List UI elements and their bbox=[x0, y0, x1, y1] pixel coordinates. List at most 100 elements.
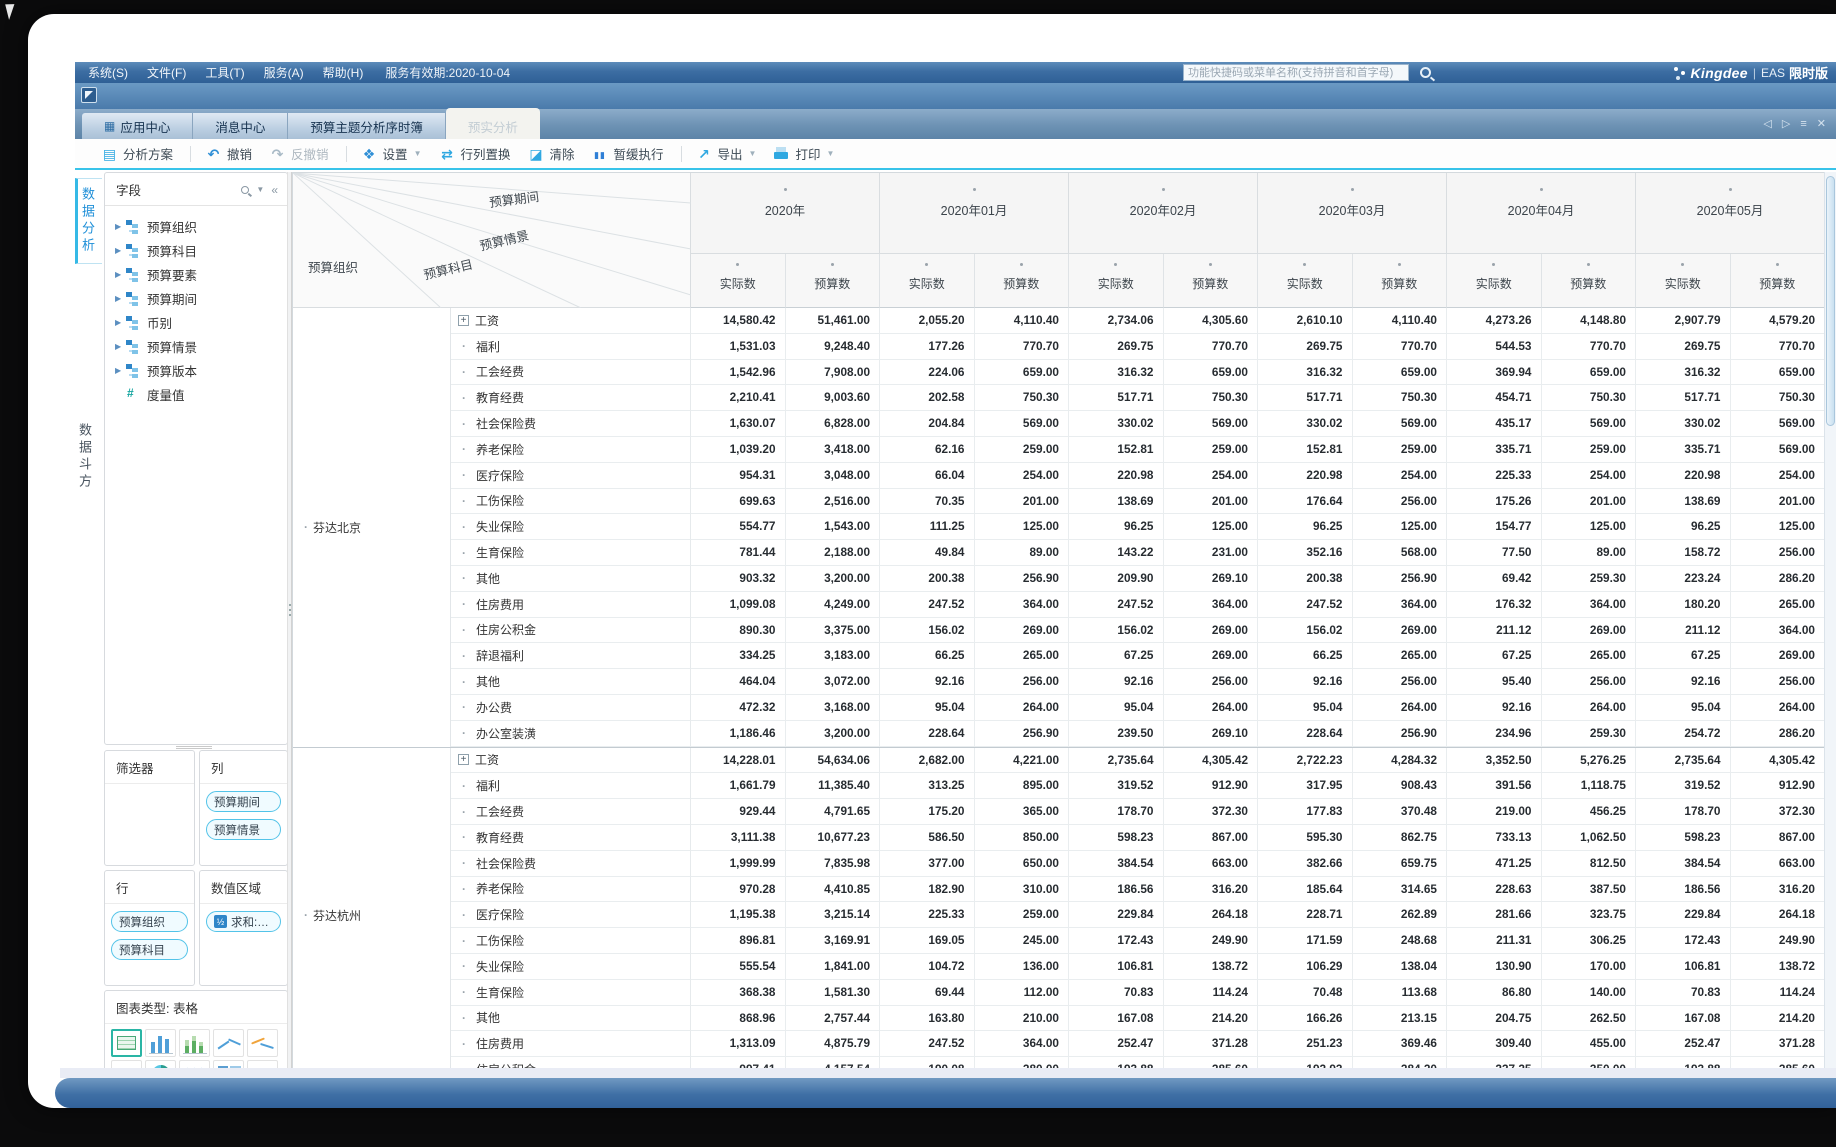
value-cell[interactable]: 598.23 bbox=[1636, 825, 1731, 851]
value-cell[interactable]: 2,188.00 bbox=[786, 540, 881, 566]
value-cell[interactable]: 256.00 bbox=[975, 669, 1070, 695]
value-cell[interactable]: 219.00 bbox=[1447, 799, 1542, 825]
field-tree-item[interactable]: ▶ 币别 bbox=[115, 310, 287, 334]
value-cell[interactable]: 96.25 bbox=[1258, 514, 1353, 540]
vtab-data-cube[interactable]: 数据斗方 bbox=[75, 415, 102, 499]
field-tree-item[interactable]: ▶ 预算要素 bbox=[115, 262, 287, 286]
account-cell[interactable]: 失业保险 bbox=[451, 954, 691, 980]
value-cell[interactable]: 256.00 bbox=[1542, 669, 1637, 695]
value-cell[interactable]: 569.00 bbox=[1731, 437, 1825, 463]
value-cell[interactable]: 256.00 bbox=[1353, 669, 1448, 695]
field-tree-item[interactable]: ▶ 预算期间 bbox=[115, 286, 287, 310]
value-cell[interactable]: 9,003.60 bbox=[786, 385, 881, 411]
value-cell[interactable]: 3,168.00 bbox=[786, 695, 881, 721]
menu-item[interactable]: 服务(A) bbox=[264, 64, 304, 81]
value-cell[interactable]: 310.00 bbox=[975, 877, 1070, 903]
value-cell[interactable]: 89.00 bbox=[1542, 540, 1637, 566]
value-cell[interactable]: 96.25 bbox=[1069, 514, 1164, 540]
value-cell[interactable]: 371.28 bbox=[1164, 1031, 1259, 1057]
value-cell[interactable]: 67.25 bbox=[1636, 643, 1731, 669]
measure-header[interactable]: 预算数 bbox=[786, 254, 881, 308]
value-cell[interactable]: 4,221.00 bbox=[975, 748, 1070, 774]
value-cell[interactable]: 350.00 bbox=[1542, 1057, 1637, 1068]
period-group-header[interactable]: 2020年01月 bbox=[880, 173, 1069, 254]
value-cell[interactable]: 369.46 bbox=[1353, 1031, 1448, 1057]
value-cell[interactable]: 435.17 bbox=[1447, 411, 1542, 437]
value-cell[interactable]: 200.38 bbox=[1258, 566, 1353, 592]
value-cell[interactable]: 286.20 bbox=[1731, 566, 1825, 592]
value-cell[interactable]: 247.52 bbox=[880, 1031, 975, 1057]
value-cell[interactable]: 259.00 bbox=[1164, 437, 1259, 463]
value-cell[interactable]: 4,249.00 bbox=[786, 592, 881, 618]
value-cell[interactable]: 247.52 bbox=[1258, 592, 1353, 618]
value-cell[interactable]: 158.72 bbox=[1636, 540, 1731, 566]
tree-expand-icon[interactable]: ▶ bbox=[115, 246, 126, 255]
value-cell[interactable]: 262.50 bbox=[1542, 1006, 1637, 1032]
row-expand-icon[interactable] bbox=[458, 700, 470, 714]
value-cell[interactable]: 4,273.26 bbox=[1447, 308, 1542, 334]
value-cell[interactable]: 201.00 bbox=[1542, 489, 1637, 515]
value-cell[interactable]: 896.81 bbox=[691, 928, 786, 954]
value-cell[interactable]: 903.32 bbox=[691, 566, 786, 592]
value-cell[interactable]: 568.00 bbox=[1353, 540, 1448, 566]
value-cell[interactable]: 586.50 bbox=[880, 825, 975, 851]
value-cell[interactable]: 211.31 bbox=[1447, 928, 1542, 954]
measure-header[interactable]: 预算数 bbox=[1731, 254, 1825, 308]
value-cell[interactable]: 544.53 bbox=[1447, 334, 1542, 360]
value-cell[interactable]: 382.66 bbox=[1258, 851, 1353, 877]
workspace-tab[interactable]: ▦ 消息中心 bbox=[193, 113, 288, 139]
value-cell[interactable]: 335.71 bbox=[1447, 437, 1542, 463]
value-cell[interactable]: 659.00 bbox=[1731, 360, 1825, 386]
value-cell[interactable]: 264.00 bbox=[1731, 695, 1825, 721]
value-cell[interactable]: 316.20 bbox=[1164, 877, 1259, 903]
row-expand-icon[interactable] bbox=[458, 468, 470, 482]
value-cell[interactable]: 371.28 bbox=[1731, 1031, 1825, 1057]
row-expand-icon[interactable] bbox=[458, 365, 470, 379]
toolbar-button[interactable]: 反撤销 ▼ bbox=[269, 144, 329, 163]
account-cell[interactable]: 社会保险费 bbox=[451, 851, 691, 877]
account-cell[interactable]: 工伤保险 bbox=[451, 489, 691, 515]
value-cell[interactable]: 171.59 bbox=[1258, 928, 1353, 954]
workspace-tab[interactable]: ▦ 应用中心 bbox=[82, 113, 193, 139]
value-cell[interactable]: 269.00 bbox=[975, 618, 1070, 644]
value-cell[interactable]: 370.48 bbox=[1353, 799, 1448, 825]
value-cell[interactable]: 152.81 bbox=[1258, 437, 1353, 463]
value-cell[interactable]: 1,581.30 bbox=[786, 980, 881, 1006]
value-cell[interactable]: 104.72 bbox=[880, 954, 975, 980]
value-cell[interactable]: 3,375.00 bbox=[786, 618, 881, 644]
toolbar-button[interactable]: 暂缓执行 ▼ bbox=[592, 144, 664, 163]
value-cell[interactable]: 3,352.50 bbox=[1447, 748, 1542, 774]
value-cell[interactable]: 569.00 bbox=[1164, 411, 1259, 437]
value-cell[interactable]: 156.02 bbox=[1069, 618, 1164, 644]
value-cell[interactable]: 867.00 bbox=[1731, 825, 1825, 851]
value-cell[interactable]: 912.90 bbox=[1164, 773, 1259, 799]
value-cell[interactable]: 234.96 bbox=[1447, 721, 1542, 747]
field-tree-item[interactable]: ▶ 预算组织 bbox=[115, 214, 287, 238]
value-cell[interactable]: 125.00 bbox=[1542, 514, 1637, 540]
value-cell[interactable]: 517.71 bbox=[1069, 385, 1164, 411]
value-cell[interactable]: 1,186.46 bbox=[691, 721, 786, 747]
account-cell[interactable]: 办公室装潢 bbox=[451, 721, 691, 747]
account-cell[interactable]: 住房公积金 bbox=[451, 1057, 691, 1068]
value-cell[interactable]: 3,072.00 bbox=[786, 669, 881, 695]
value-cell[interactable]: 182.90 bbox=[880, 877, 975, 903]
value-cell[interactable]: 229.84 bbox=[1636, 902, 1731, 928]
value-cell[interactable]: 190.08 bbox=[880, 1057, 975, 1068]
value-cell[interactable]: 750.30 bbox=[1542, 385, 1637, 411]
value-cell[interactable]: 256.90 bbox=[1353, 566, 1448, 592]
value-cell[interactable]: 172.43 bbox=[1636, 928, 1731, 954]
value-cell[interactable]: 314.65 bbox=[1353, 877, 1448, 903]
value-cell[interactable]: 4,148.80 bbox=[1542, 308, 1637, 334]
value-cell[interactable]: 1,099.08 bbox=[691, 592, 786, 618]
value-cell[interactable]: 4,110.40 bbox=[1353, 308, 1448, 334]
tab-list[interactable]: ≡ bbox=[1800, 117, 1806, 131]
value-cell[interactable]: 812.50 bbox=[1542, 851, 1637, 877]
value-cell[interactable]: 95.04 bbox=[1636, 695, 1731, 721]
value-cell[interactable]: 3,418.00 bbox=[786, 437, 881, 463]
value-cell[interactable]: 387.50 bbox=[1542, 877, 1637, 903]
value-cell[interactable]: 471.25 bbox=[1447, 851, 1542, 877]
value-cell[interactable]: 1,543.00 bbox=[786, 514, 881, 540]
value-cell[interactable]: 193.88 bbox=[1636, 1057, 1731, 1068]
account-cell[interactable]: 生育保险 bbox=[451, 980, 691, 1006]
value-cell[interactable]: 598.23 bbox=[1069, 825, 1164, 851]
